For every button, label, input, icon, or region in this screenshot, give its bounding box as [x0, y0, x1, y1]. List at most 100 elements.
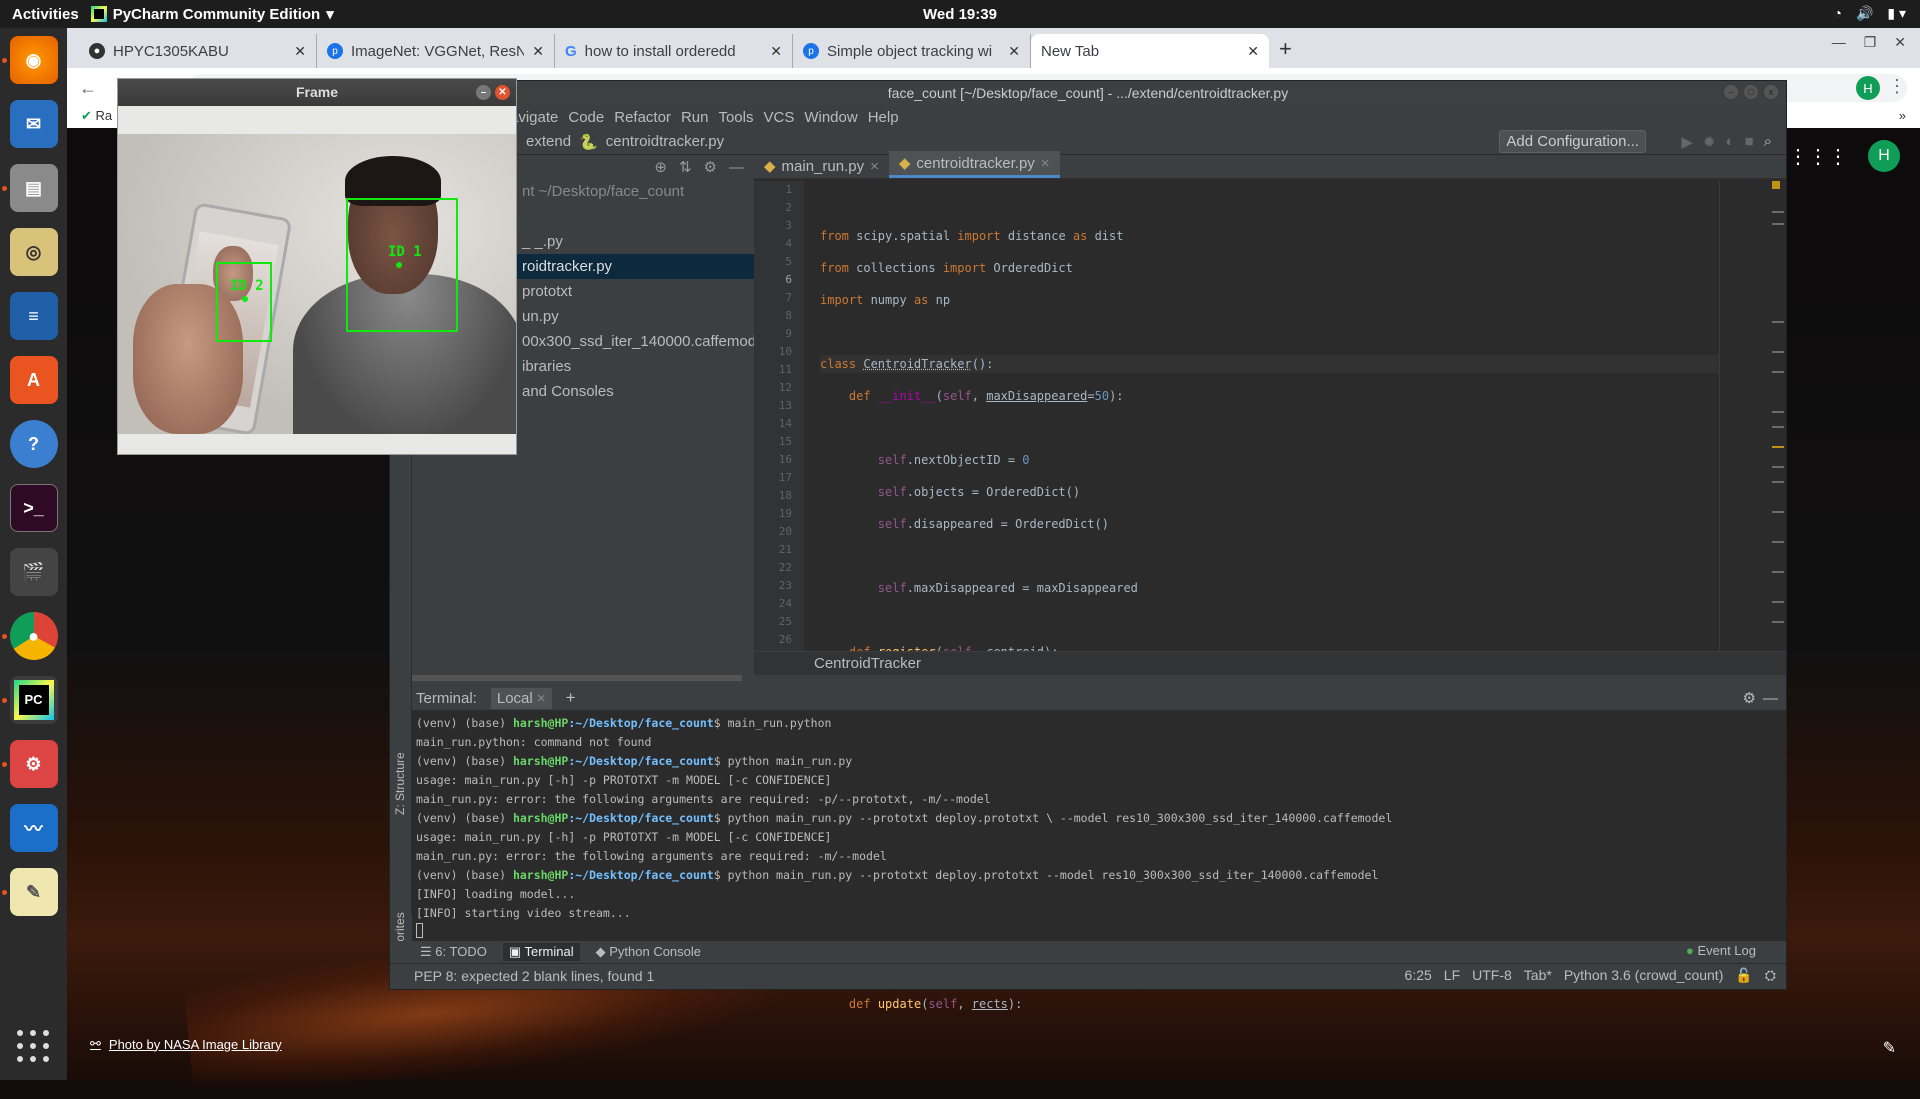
new-terminal-button[interactable]: + — [566, 688, 576, 708]
line-number-gutter: 1 2 3 4 5 6 7 8 9 10 11 12 13 14 15 16 17 18 19 20 21 22 23 24 2… — [754, 181, 804, 651]
collapse-icon[interactable]: ⇅ — [679, 158, 692, 176]
line-separator[interactable]: LF — [1444, 967, 1460, 984]
error-stripe[interactable] — [1770, 181, 1784, 651]
gear-icon[interactable]: ⚙ — [704, 158, 717, 176]
pycharm-dock-icon[interactable]: PC — [1, 676, 58, 724]
browser-tab[interactable]: ● HPYC1305KABU ✕ — [79, 34, 317, 68]
minimize-icon[interactable]: — — [1832, 34, 1846, 51]
close-icon[interactable]: × — [870, 158, 879, 175]
settings-tools-icon[interactable]: ⚙ — [1, 740, 58, 788]
app-name: PyCharm Community Edition — [112, 5, 321, 23]
caret-position[interactable]: 6:25 — [1405, 967, 1432, 984]
terminal-output[interactable]: (venv) (base) harsh@HP:~/Desktop/face_co… — [412, 710, 1786, 946]
chrome-icon[interactable]: ● — [1, 612, 58, 660]
close-icon[interactable]: ✕ — [1008, 43, 1020, 60]
close-icon[interactable]: ✕ — [1894, 34, 1906, 51]
menu-refactor[interactable]: Refactor — [614, 109, 671, 126]
browser-tab[interactable]: p ImageNet: VGGNet, ResN ✕ — [317, 34, 555, 68]
locate-icon[interactable]: ⊕ — [654, 158, 667, 176]
text-editor-icon[interactable]: ✎ — [1, 868, 58, 916]
frame-titlebar[interactable]: Frame – ✕ — [118, 79, 516, 106]
system-monitor-icon[interactable]: 〰 — [9, 804, 58, 852]
horizontal-scrollbar[interactable] — [412, 675, 742, 681]
tab-centroidtracker[interactable]: ◆ centroidtracker.py × — [888, 151, 1060, 178]
close-icon[interactable]: ✕ — [770, 43, 782, 60]
minimize-icon[interactable]: – — [476, 85, 491, 100]
help-icon[interactable]: ? — [9, 420, 58, 468]
show-applications-icon[interactable] — [17, 1030, 49, 1062]
profile-avatar[interactable]: H — [1856, 76, 1880, 100]
close-icon[interactable]: × — [1041, 155, 1050, 172]
back-icon[interactable]: ← — [79, 78, 97, 99]
bookmark-item[interactable]: Ra — [96, 108, 113, 123]
app-menu[interactable]: PyCharm Community Edition ▾ — [90, 5, 334, 23]
tab-main-run[interactable]: ◆ main_run.py × — [754, 154, 889, 178]
pyimagesearch-icon: p — [327, 43, 343, 59]
files-icon[interactable]: ▤ — [1, 164, 58, 212]
close-icon[interactable]: ✕ — [495, 85, 510, 100]
libreoffice-writer-icon[interactable]: ≡ — [9, 292, 58, 340]
minimize-icon[interactable]: – — [1724, 85, 1738, 99]
gear-icon[interactable]: ⚙ — [1743, 689, 1756, 707]
close-icon[interactable]: ✕ — [532, 43, 544, 60]
system-tray[interactable]: ◔ 🔊 ▮ ▾ — [1833, 5, 1906, 22]
breadcrumb-folder[interactable]: extend — [526, 133, 571, 150]
software-center-icon[interactable]: A — [9, 356, 58, 404]
menu-window[interactable]: Window — [804, 109, 857, 126]
thunderbird-icon[interactable]: ✉ — [9, 100, 58, 148]
profile-avatar[interactable]: H — [1868, 140, 1900, 172]
pencil-icon[interactable]: ✎ — [1883, 1038, 1896, 1058]
browser-tab-active[interactable]: New Tab ✕ — [1031, 34, 1269, 68]
stop-icon[interactable]: ■ — [1745, 133, 1754, 151]
hide-icon[interactable]: — — [1763, 690, 1778, 707]
add-configuration-button[interactable]: Add Configuration... — [1499, 130, 1646, 153]
event-log-tab[interactable]: ● Event Log — [1686, 943, 1756, 958]
structure-tab[interactable]: Z: Structure — [393, 752, 407, 815]
run-icon[interactable]: ▶ — [1681, 133, 1693, 151]
menu-kebab-icon[interactable]: ⋮ — [1888, 76, 1906, 97]
inspector-icon[interactable]: ⛭ — [1765, 967, 1776, 984]
python-interpreter[interactable]: Python 3.6 (crowd_count) — [1564, 967, 1724, 984]
maximize-icon[interactable]: □ — [1744, 85, 1758, 99]
terminal-line: (venv) (base) harsh@HP:~/Desktop/face_co… — [416, 754, 853, 768]
menu-navigate[interactable]: avigate — [510, 109, 558, 126]
file-encoding[interactable]: UTF-8 — [1472, 967, 1512, 984]
browser-tab[interactable]: p Simple object tracking wi ✕ — [793, 34, 1031, 68]
maximize-icon[interactable]: ❐ — [1864, 34, 1877, 51]
terminal-tab-label: Local — [496, 689, 533, 707]
menu-run[interactable]: Run — [681, 109, 709, 126]
rhythmbox-icon[interactable]: ◎ — [9, 228, 58, 276]
menu-tools[interactable]: Tools — [718, 109, 753, 126]
close-icon[interactable]: ✕ — [294, 43, 306, 60]
terminal-tab[interactable]: ▣ Terminal — [502, 943, 580, 961]
close-icon[interactable]: × — [537, 690, 546, 707]
coverage-icon[interactable]: ◐ — [1725, 133, 1734, 151]
window-controls[interactable]: — ❐ ✕ — [1832, 34, 1906, 51]
menu-help[interactable]: Help — [868, 109, 899, 126]
search-icon[interactable]: ⌕ — [1764, 133, 1772, 151]
close-icon[interactable]: ✕ — [1247, 43, 1259, 60]
code-breadcrumb[interactable]: CentroidTracker — [754, 651, 1786, 675]
hide-icon[interactable]: — — [729, 159, 744, 176]
apps-grid-icon[interactable]: ⋮⋮⋮ — [1788, 144, 1848, 169]
new-tab-button[interactable]: + — [1279, 36, 1292, 62]
firefox-icon[interactable]: ◉ — [1, 36, 58, 84]
terminal-line: (venv) (base) harsh@HP:~/Desktop/face_co… — [416, 716, 832, 730]
more-bookmarks-icon[interactable]: » — [1899, 108, 1906, 123]
code-text[interactable]: from scipy.spatial import distance as di… — [820, 181, 1720, 1011]
todo-tab[interactable]: ☰ 6: TODO — [420, 944, 487, 960]
terminal-icon[interactable]: >_ — [9, 484, 58, 532]
menu-vcs[interactable]: VCS — [764, 109, 795, 126]
terminal-tab-local[interactable]: Local × — [490, 687, 552, 709]
python-console-tab[interactable]: ◆ Python Console — [596, 944, 701, 960]
photo-credit-link[interactable]: ⚯ Photo by NASA Image Library — [90, 1036, 282, 1052]
activities-button[interactable]: Activities — [0, 6, 91, 23]
debug-icon[interactable]: ✹ — [1703, 133, 1716, 151]
close-icon[interactable]: x — [1764, 85, 1778, 99]
menu-code[interactable]: Code — [568, 109, 604, 126]
indent-setting[interactable]: Tab* — [1524, 967, 1552, 984]
browser-tab[interactable]: Ghow to install orderedd ✕ — [555, 34, 793, 68]
breadcrumb-file[interactable]: centroidtracker.py — [606, 133, 724, 150]
video-editor-icon[interactable]: 🎬 — [9, 548, 58, 596]
lock-icon[interactable]: 🔓 — [1735, 967, 1752, 984]
